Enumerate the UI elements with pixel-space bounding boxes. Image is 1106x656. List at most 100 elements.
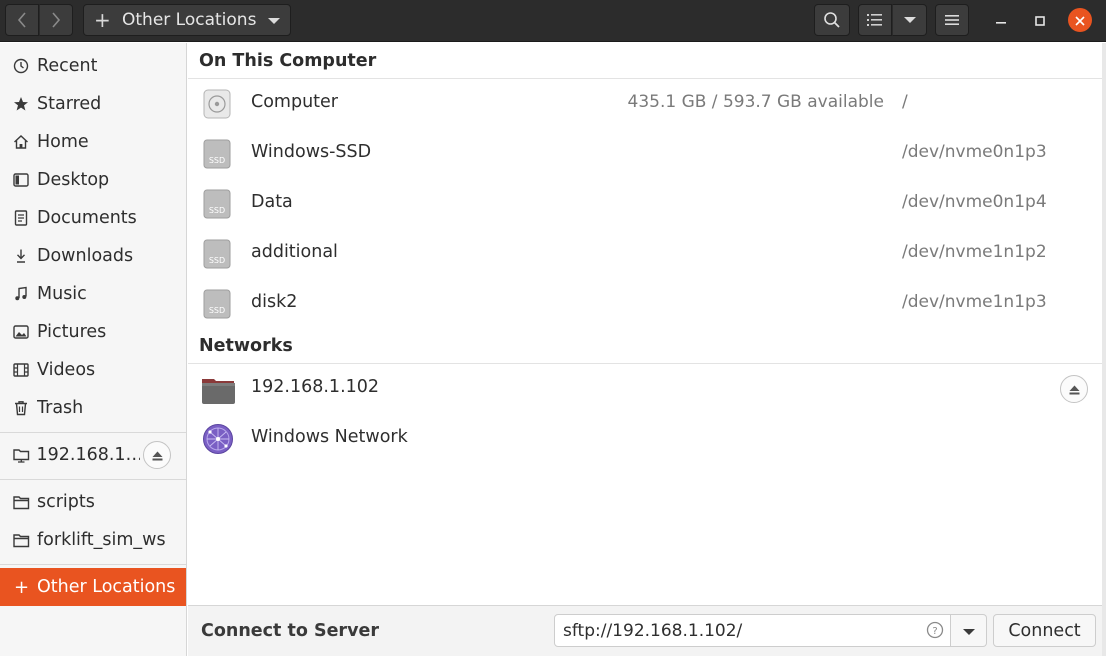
device-path: /dev/nvme0n1p4: [902, 192, 1047, 212]
minimize-button[interactable]: [989, 8, 1013, 32]
trash-icon: [13, 399, 31, 417]
sidebar-separator: [0, 479, 186, 480]
connect-to-server-bar: Connect to Server ? Connect: [188, 605, 1102, 656]
sidebar: Recent Starred Home Desktop Documents Do…: [0, 43, 187, 656]
star-icon: [13, 95, 31, 113]
close-icon: [1075, 11, 1085, 30]
desktop-icon: [13, 171, 31, 189]
device-path: /dev/nvme1n1p2: [902, 242, 1047, 262]
sidebar-item-other-locations[interactable]: + Other Locations: [0, 568, 186, 606]
folder-icon: [13, 493, 31, 511]
ssd-label: SSD: [209, 306, 225, 315]
network-row-server[interactable]: 192.168.1.102: [188, 364, 1102, 414]
other-locations-icon: +: [94, 8, 111, 32]
server-address-input[interactable]: [555, 615, 915, 646]
sidebar-item-scripts[interactable]: scripts: [0, 483, 186, 521]
folder-icon: [13, 531, 31, 549]
sidebar-item-starred[interactable]: Starred: [0, 85, 186, 123]
chevron-right-icon: [51, 12, 61, 28]
connect-button[interactable]: Connect: [993, 614, 1096, 647]
connect-to-server-label: Connect to Server: [201, 621, 379, 641]
sidebar-item-videos[interactable]: Videos: [0, 351, 186, 389]
documents-icon: [13, 209, 31, 227]
sidebar-item-mount[interactable]: 192.168.1…: [0, 436, 140, 474]
device-name: additional: [251, 242, 338, 262]
sidebar-item-forklift-sim-ws[interactable]: forklift_sim_ws: [0, 521, 186, 559]
network-folder-icon: [13, 446, 30, 464]
sidebar-item-label: Music: [37, 284, 87, 304]
hamburger-icon: [945, 14, 959, 26]
ssd-label: SSD: [209, 156, 225, 165]
sidebar-item-label: scripts: [37, 492, 95, 512]
server-history-dropdown[interactable]: [951, 614, 987, 647]
sidebar-item-label: Desktop: [37, 170, 110, 190]
help-icon[interactable]: ?: [926, 621, 944, 639]
location-label: Other Locations: [122, 10, 257, 30]
sidebar-item-desktop[interactable]: Desktop: [0, 161, 186, 199]
sidebar-item-label: Trash: [37, 398, 84, 418]
view-options-button[interactable]: [892, 4, 927, 36]
network-name: 192.168.1.102: [251, 377, 380, 397]
network-row-windows[interactable]: Windows Network: [188, 414, 1102, 464]
back-button[interactable]: [5, 4, 39, 36]
sidebar-eject-button[interactable]: [143, 441, 171, 469]
ssd-label: SSD: [209, 206, 225, 215]
videos-icon: [13, 361, 31, 379]
device-name: Windows-SSD: [251, 142, 372, 162]
maximize-button[interactable]: [1028, 8, 1052, 32]
ssd-icon: SSD: [202, 238, 232, 270]
home-icon: [13, 133, 31, 151]
sidebar-item-documents[interactable]: Documents: [0, 199, 186, 237]
sidebar-item-label: Downloads: [37, 246, 134, 266]
device-row-additional[interactable]: SSD additional /dev/nvme1n1p2: [188, 229, 1102, 279]
plus-icon: +: [14, 576, 30, 598]
device-path: /dev/nvme1n1p3: [902, 292, 1047, 312]
device-row-windows-ssd[interactable]: SSD Windows-SSD /dev/nvme0n1p3: [188, 129, 1102, 179]
device-path: /dev/nvme0n1p3: [902, 142, 1047, 162]
device-name: Data: [251, 192, 293, 212]
sidebar-item-trash[interactable]: Trash: [0, 389, 186, 427]
device-row-data[interactable]: SSD Data /dev/nvme0n1p4: [188, 179, 1102, 229]
list-view-icon: [867, 13, 883, 27]
networks-heading: Networks: [199, 336, 293, 356]
window-edge: [1102, 43, 1106, 656]
sidebar-item-home[interactable]: Home: [0, 123, 186, 161]
sidebar-item-label: Home: [37, 132, 89, 152]
network-eject-button[interactable]: [1060, 375, 1088, 403]
sidebar-item-downloads[interactable]: Downloads: [0, 237, 186, 275]
pictures-icon: [13, 323, 31, 341]
download-icon: [13, 247, 31, 265]
view-button[interactable]: [858, 4, 892, 36]
sidebar-item-recent[interactable]: Recent: [0, 47, 186, 85]
location-button[interactable]: + Other Locations: [83, 4, 291, 36]
ssd-label: SSD: [209, 256, 225, 265]
device-name: disk2: [251, 292, 298, 312]
on-this-computer-heading: On This Computer: [199, 51, 377, 71]
eject-icon: [1069, 380, 1080, 399]
search-button[interactable]: [814, 4, 850, 36]
sidebar-item-label: 192.168.1…: [36, 445, 140, 465]
forward-button[interactable]: [39, 4, 73, 36]
clock-icon: [13, 57, 31, 75]
chevron-down-icon: [962, 621, 975, 640]
sidebar-separator: [0, 564, 186, 565]
harddisk-icon: [202, 88, 232, 120]
network-name: Windows Network: [251, 427, 408, 447]
sidebar-item-music[interactable]: Music: [0, 275, 186, 313]
eject-icon: [152, 446, 163, 465]
ssd-icon: SSD: [202, 138, 232, 170]
close-button[interactable]: [1068, 8, 1092, 32]
device-row-computer[interactable]: Computer 435.1 GB / 593.7 GB available /: [188, 79, 1102, 129]
device-row-disk2[interactable]: SSD disk2 /dev/nvme1n1p3: [188, 279, 1102, 329]
sidebar-separator: [0, 432, 186, 433]
sidebar-item-label: Documents: [37, 208, 137, 228]
sidebar-item-pictures[interactable]: Pictures: [0, 313, 186, 351]
main-menu-button[interactable]: [935, 4, 969, 36]
other-locations-view: On This Computer Computer 435.1 GB / 593…: [188, 43, 1102, 605]
device-name: Computer: [251, 92, 338, 112]
chevron-down-icon: [903, 16, 916, 24]
chevron-left-icon: [17, 12, 27, 28]
search-icon: [823, 11, 841, 29]
network-folder-icon: [202, 373, 235, 405]
chevron-down-icon: [268, 18, 280, 25]
